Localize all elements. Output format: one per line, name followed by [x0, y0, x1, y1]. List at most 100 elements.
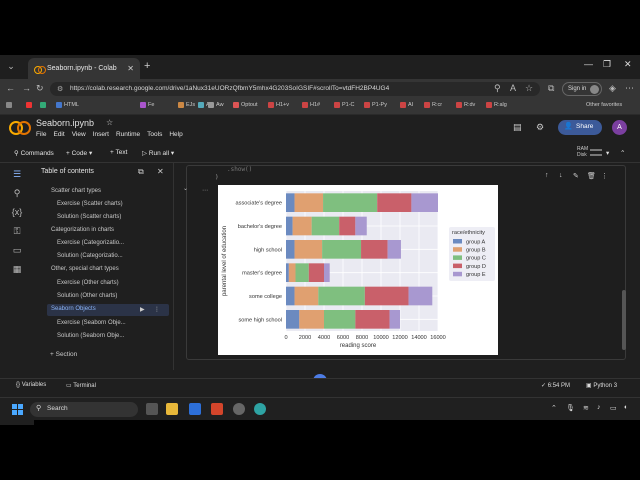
toc-item[interactable]: Categorization in charts	[51, 227, 114, 233]
star-icon[interactable]: ☆	[106, 118, 113, 127]
bookmark-item[interactable]: P1-C	[334, 102, 355, 108]
toc-item[interactable]: Solution (Other charts)	[57, 293, 117, 299]
bookmark-item[interactable]: R:cr	[424, 102, 442, 108]
find-icon[interactable]: ⚲	[11, 188, 23, 199]
search-page-icon[interactable]: ⚲	[494, 83, 501, 94]
variables-icon[interactable]: {x}	[11, 207, 23, 217]
bookmark-item[interactable]: Fe	[140, 102, 154, 108]
menu-view[interactable]: View	[72, 131, 86, 138]
add-text-button[interactable]: + Text	[110, 149, 127, 156]
toc-item[interactable]: Exercise (Other charts)	[57, 280, 119, 286]
colab-logo-icon[interactable]	[9, 121, 31, 135]
reload-icon[interactable]: ↻	[36, 83, 44, 94]
notebook-title[interactable]: Seaborn.ipynb	[36, 118, 94, 128]
terminal-icon[interactable]: ▦	[11, 264, 23, 275]
commands-button[interactable]: ⚲ Commands	[14, 149, 54, 157]
share-button[interactable]: 👤 Share	[558, 120, 602, 135]
bookmark-item[interactable]	[40, 102, 48, 108]
bookmark-item[interactable]: P1-Py	[364, 102, 387, 108]
minimize-icon[interactable]: —	[584, 59, 593, 69]
copilot-icon[interactable]: ◈	[609, 83, 616, 94]
toc-list-icon[interactable]: ☰	[11, 169, 23, 180]
toc-item[interactable]: Exercise (Categorizatio...	[57, 240, 124, 246]
toc-item[interactable]: Solution (Scatter charts)	[57, 214, 121, 220]
collapse-output-icon[interactable]: ⌄	[183, 185, 188, 192]
add-code-button[interactable]: + Code ▾	[66, 149, 92, 157]
store-icon[interactable]	[189, 403, 201, 415]
close-panel-icon[interactable]: ✕	[157, 167, 164, 176]
more-vert-icon[interactable]: ⋮	[601, 172, 608, 180]
bookmark-star-icon[interactable]: ☆	[525, 83, 533, 94]
bookmark-item[interactable]: H1+v	[268, 102, 289, 108]
wifi-icon[interactable]: ≋	[583, 404, 589, 412]
notifications-icon[interactable]: ◐	[624, 404, 628, 411]
battery-icon[interactable]: ▭	[610, 404, 617, 412]
bookmark-item[interactable]: R:dv	[456, 102, 475, 108]
settings-gear-icon[interactable]: ⚙	[536, 122, 544, 133]
chevron-up-icon[interactable]: ⌃	[620, 149, 625, 157]
runtime-status[interactable]: ▣ Python 3	[586, 382, 617, 389]
chevron-down-icon[interactable]: ▾	[606, 149, 609, 157]
add-section-button[interactable]: + Section	[50, 351, 77, 358]
toc-item[interactable]: Scatter chart types	[51, 188, 101, 194]
new-tab-icon[interactable]: +	[144, 60, 150, 72]
taskbar-search[interactable]: ⚲ Search	[30, 402, 138, 417]
menu-runtime[interactable]: Runtime	[116, 131, 140, 138]
menu-file[interactable]: File	[36, 131, 46, 138]
signin-button[interactable]: Sign in	[562, 82, 602, 96]
terminal-button[interactable]: ▭ Terminal	[66, 382, 96, 389]
execution-status[interactable]: ✓ 6:54 PM	[541, 382, 570, 389]
open-tab-icon[interactable]: ⧉	[138, 167, 144, 177]
split-screen-icon[interactable]: ⧉	[548, 83, 554, 94]
bookmark-item[interactable]: EJs	[178, 102, 195, 108]
toc-item-selected[interactable]: Seaborn Objects	[51, 306, 96, 312]
edit-pen-icon[interactable]: ✎	[573, 172, 579, 180]
more-vert-icon[interactable]: ⋮	[154, 306, 160, 313]
user-avatar[interactable]: A	[612, 120, 627, 135]
delete-icon[interactable]: 🗑	[587, 172, 596, 180]
bookmark-item[interactable]: Optout	[233, 102, 258, 108]
menu-dots-icon[interactable]: ⋯	[625, 83, 634, 94]
file-explorer-icon[interactable]	[166, 403, 178, 415]
back-icon[interactable]: ←	[6, 83, 15, 93]
url-bar[interactable]: ⚙ https://colab.research.google.com/driv…	[50, 82, 540, 96]
menu-edit[interactable]: Edit	[53, 131, 64, 138]
bookmark-item[interactable]	[6, 102, 14, 108]
resource-monitor[interactable]: RAM Disk	[577, 146, 588, 158]
mic-icon[interactable]: 🎙	[566, 404, 575, 412]
menu-tools[interactable]: Tools	[147, 131, 162, 138]
bookmark-item[interactable]: Aw	[208, 102, 224, 108]
read-aloud-icon[interactable]: A	[510, 83, 516, 93]
site-info-icon[interactable]: ⚙	[57, 85, 63, 93]
forward-icon[interactable]: →	[22, 83, 31, 93]
bookmark-item[interactable]: H1#	[302, 102, 320, 108]
notebook-scrollbar[interactable]	[622, 290, 626, 350]
menu-help[interactable]: Help	[169, 131, 182, 138]
task-view-icon[interactable]	[146, 403, 158, 415]
toc-item[interactable]: Other, special chart types	[51, 266, 119, 272]
settings-app-icon[interactable]	[233, 403, 245, 415]
bookmark-item[interactable]	[26, 102, 34, 108]
bookmark-item[interactable]: AI	[400, 102, 413, 108]
edge-icon[interactable]	[254, 403, 266, 415]
move-up-icon[interactable]: ↑	[545, 172, 549, 179]
tray-chevron-icon[interactable]: ⌃	[551, 404, 557, 412]
bookmark-item[interactable]: HTML	[56, 102, 79, 108]
toc-item[interactable]: Solution (Seaborn Obje...	[57, 333, 124, 339]
output-menu-icon[interactable]: ⋯	[202, 187, 208, 194]
run-all-button[interactable]: ▷ Run all ▾	[142, 149, 174, 157]
toc-item[interactable]: Solution (Categorizatio...	[57, 253, 123, 259]
other-favorites[interactable]: Other favorites	[586, 102, 622, 108]
close-window-icon[interactable]: ✕	[624, 59, 632, 70]
volume-icon[interactable]: ♪	[597, 404, 601, 411]
folder-icon[interactable]: ▭	[11, 245, 23, 256]
menu-insert[interactable]: Insert	[93, 131, 109, 138]
tab-colab[interactable]: Seaborn.ipynb - Colab ✕	[28, 58, 140, 79]
toc-item[interactable]: Exercise (Scatter charts)	[57, 201, 123, 207]
bookmark-item[interactable]: R:alg	[486, 102, 507, 108]
windows-start-icon[interactable]	[12, 404, 23, 415]
restore-icon[interactable]: ❐	[603, 59, 611, 70]
move-down-icon[interactable]: ↓	[559, 172, 563, 179]
comments-icon[interactable]: ▤	[513, 122, 522, 133]
play-section-icon[interactable]: ▶	[140, 306, 145, 313]
